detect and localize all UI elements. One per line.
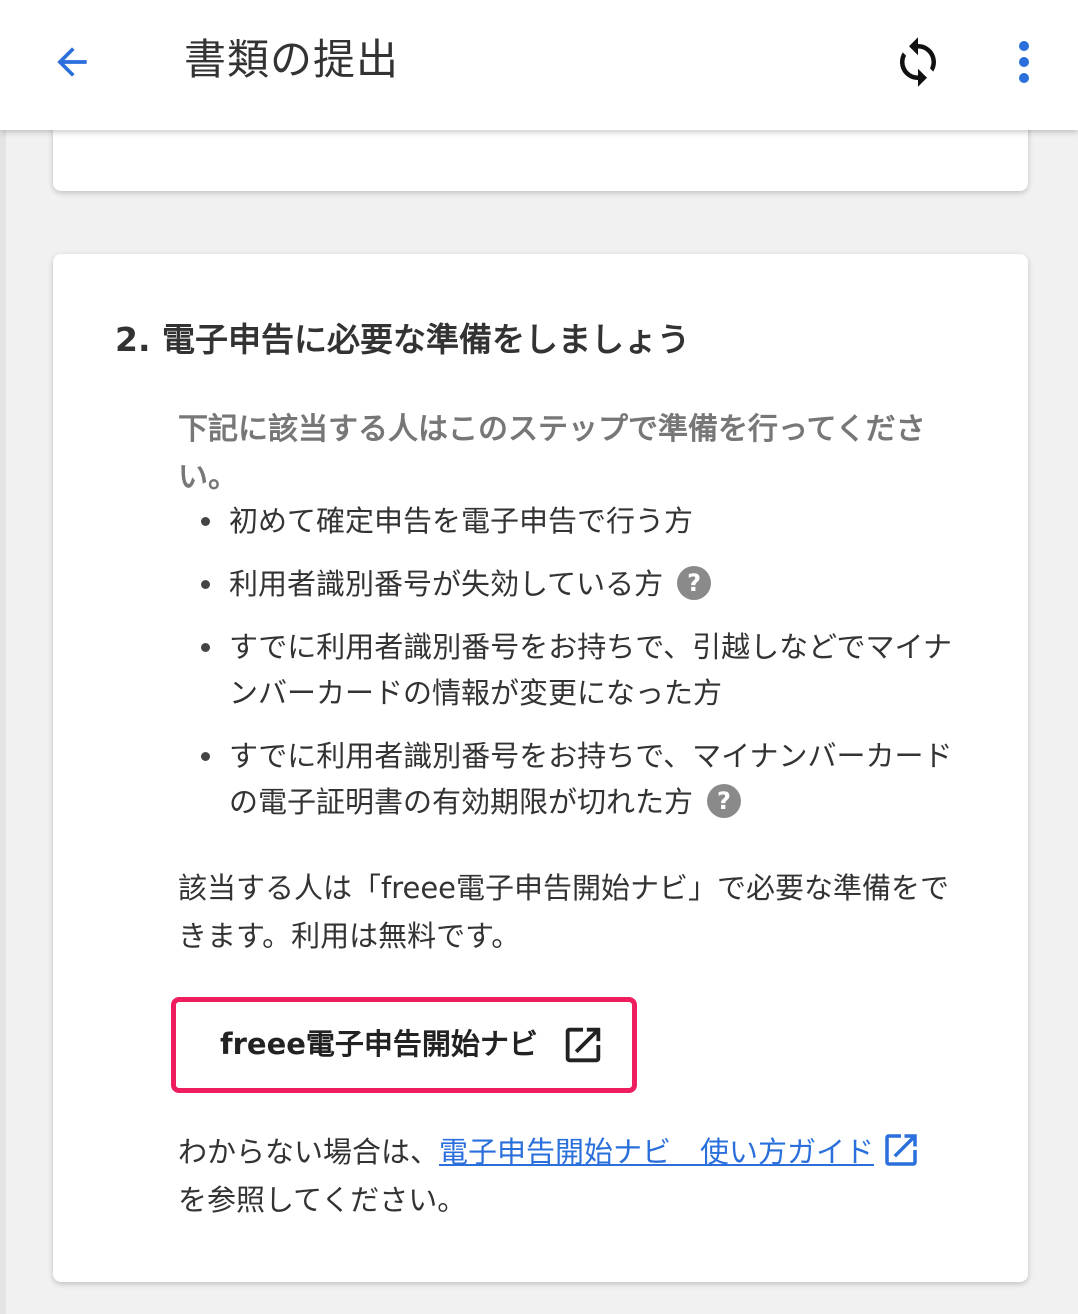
sync-button[interactable]	[878, 22, 958, 102]
external-link-icon	[565, 1027, 601, 1063]
guide-text: わからない場合は、電子申告開始ナビ 使い方ガイドを参照してください。	[178, 1128, 978, 1224]
note-text: 該当する人は「freee電子申告開始ナビ」で必要な準備をできます。利用は無料です…	[178, 871, 950, 953]
condition-list: 初めて確定申告を電子申告で行う方 利用者識別番号が失効している方? すでに利用者…	[201, 498, 971, 842]
list-item-text: すでに利用者識別番号をお持ちで、マイナンバーカードの電子証明書の有効期限が切れた…	[229, 739, 953, 819]
section-title: 2. 電子申告に必要な準備をしましょう	[115, 320, 690, 359]
list-item: すでに利用者識別番号をお持ちで、引越しなどでマイナンバーカードの情報が変更になっ…	[201, 624, 971, 716]
intro-text: 下記に該当する人はこのステップで準備を行ってください。	[178, 412, 926, 495]
list-item-text: 初めて確定申告を電子申告で行う方	[229, 504, 694, 538]
arrow-left-icon	[57, 47, 87, 77]
help-icon[interactable]: ?	[707, 784, 742, 818]
page-title: 書類の提出	[184, 35, 400, 84]
more-options-button[interactable]	[992, 22, 1056, 102]
guide-suffix: を参照してください。	[178, 1183, 467, 1217]
app-bar: 書類の提出	[0, 0, 1078, 130]
freee-navi-button[interactable]: freee電子申告開始ナビ	[171, 997, 637, 1093]
list-item-text: 利用者識別番号が失効している方	[229, 567, 664, 601]
guide-prefix: わからない場合は、	[178, 1135, 440, 1169]
list-item-text: すでに利用者識別番号をお持ちで、引越しなどでマイナンバーカードの情報が変更になっ…	[229, 630, 952, 710]
list-item: 初めて確定申告を電子申告で行う方	[201, 498, 971, 544]
external-link-icon[interactable]	[880, 1129, 922, 1171]
guide-link[interactable]: 電子申告開始ナビ 使い方ガイド	[439, 1135, 874, 1169]
step-2-card: 2. 電子申告に必要な準備をしましょう 下記に該当する人はこのステップで準備を行…	[53, 254, 1028, 1282]
list-item: 利用者識別番号が失効している方?	[201, 561, 971, 607]
list-item: すでに利用者識別番号をお持ちで、マイナンバーカードの電子証明書の有効期限が切れた…	[201, 733, 971, 825]
back-button[interactable]	[34, 24, 110, 100]
navi-button-label: freee電子申告開始ナビ	[220, 1027, 538, 1061]
left-rail	[0, 0, 6, 1314]
more-vertical-icon	[1019, 41, 1029, 83]
sync-icon	[900, 37, 936, 87]
help-icon[interactable]: ?	[677, 566, 712, 600]
